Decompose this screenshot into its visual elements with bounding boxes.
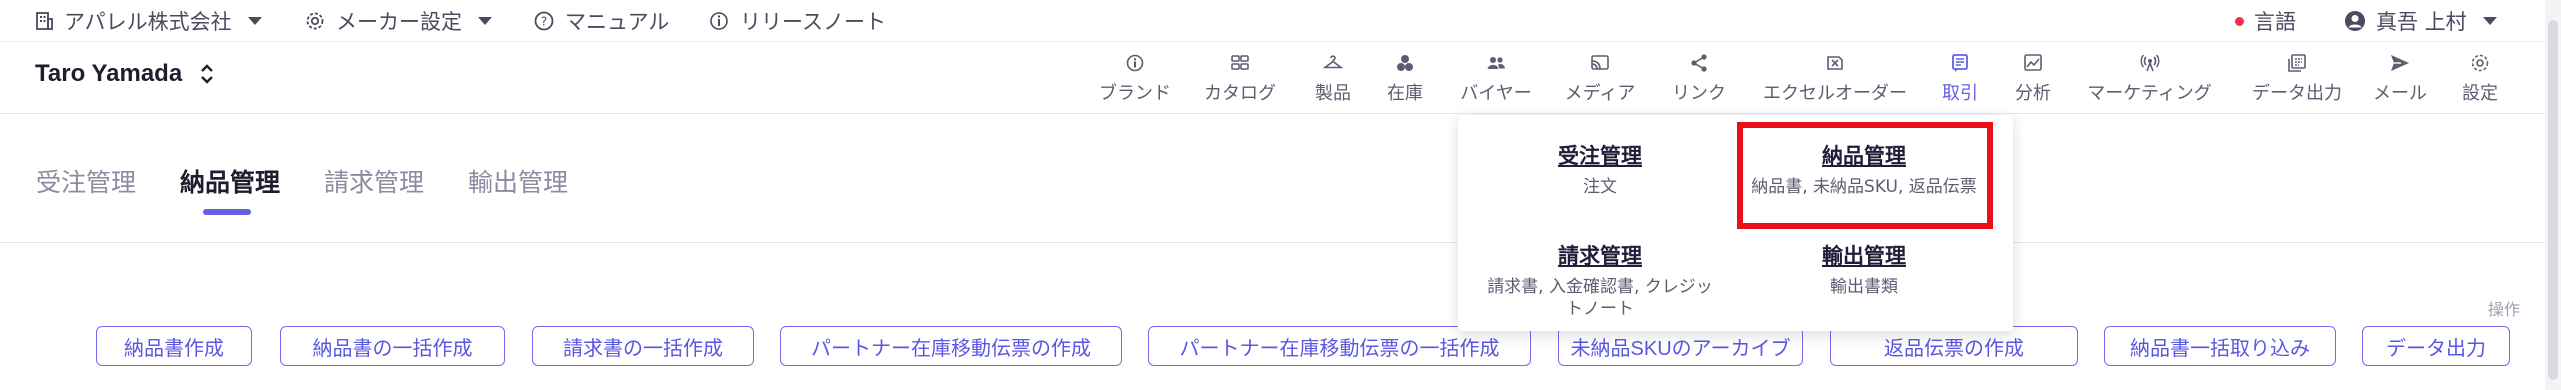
dropdown-item-order-management[interactable]: 受注管理 注文 [1480,140,1720,198]
nav-label: メディア [1564,83,1636,104]
media-icon [1591,55,1609,70]
dropdown-item-description: 請求書, 入金確認書, クレジットノート [1487,277,1713,319]
create-delivery-note-button[interactable]: 納品書作成 [96,326,252,366]
vertical-scrollbar[interactable] [2545,0,2561,390]
dropdown-item-description: 注文 [1583,177,1617,197]
info-circle-icon [710,12,728,30]
user-menu[interactable]: 真吾 上村 [2344,0,2497,42]
page-tabs: 受注管理 納品管理 請求管理 輸出管理 [0,115,2561,243]
user-avatar-icon [2345,11,2365,31]
company-name: アパレル株式会社 [64,10,232,34]
nav-item-links[interactable]: リンク [1644,52,1754,105]
mail-icon [2391,55,2409,71]
main-navbar: Taro Yamada ブランド カタログ 製品 在庫 バイヤー メディア リン… [0,42,2561,114]
dropdown-item-export-management[interactable]: 輸出管理 輸出書類 [1744,240,1984,298]
manual-label: マニュアル [565,10,670,34]
tab-billing-management[interactable]: 請求管理 [324,163,424,199]
maker-settings-menu[interactable]: メーカー設定 [304,0,492,42]
nav-item-marketing[interactable]: マーケティング [2082,52,2217,105]
svg-text:?: ? [541,15,547,29]
nav-label: リンク [1672,83,1726,104]
catalog-icon [1231,55,1249,70]
nav-label: 分析 [2015,83,2051,104]
dropdown-item-title: 請求管理 [1558,244,1642,268]
nav-label: 設定 [2462,83,2498,104]
brand-icon [1126,54,1144,72]
marketing-icon [2140,54,2159,72]
active-tab-indicator [203,209,251,215]
chevron-down-icon [478,17,492,25]
maker-settings-label: メーカー設定 [336,10,462,34]
release-notes-label: リリースノート [740,10,886,34]
nav-item-brand[interactable]: ブランド [1080,52,1190,105]
nav-label: ブランド [1099,83,1171,104]
dropdown-item-billing-management[interactable]: 請求管理 請求書, 入金確認書, クレジットノート [1480,240,1720,320]
operations-label: 操作 [2488,300,2521,319]
user-name: 真吾 上村 [2376,10,2467,34]
dropdown-item-title: 受注管理 [1558,144,1642,168]
nav-label: データ出力 [2252,83,2342,104]
account-name: Taro Yamada [35,60,183,87]
nav-item-buyers[interactable]: バイヤー [1441,52,1551,105]
buyers-icon [1487,57,1505,69]
nav-label: カタログ [1204,83,1276,104]
data-export-button[interactable]: データ出力 [2362,326,2510,366]
nav-label: 製品 [1315,83,1351,104]
bulk-create-invoices-button[interactable]: 請求書の一括作成 [532,326,754,366]
inventory-icon [1397,55,1413,71]
nav-label: 取引 [1942,83,1978,104]
analytics-icon [2024,54,2042,71]
notification-dot [2235,16,2244,26]
tab-export-management[interactable]: 輸出管理 [468,163,568,199]
nav-label: マーケティング [2087,83,2212,104]
create-partner-stock-transfer-button[interactable]: パートナー在庫移動伝票の作成 [780,326,1122,366]
chevron-down-icon [2482,17,2497,25]
company-switcher[interactable]: アパレル株式会社 [34,0,262,42]
bulk-create-delivery-notes-button[interactable]: 納品書の一括作成 [280,326,505,366]
language-switcher[interactable]: 言語 [2235,0,2296,42]
create-return-slip-button[interactable]: 返品伝票の作成 [1830,326,2078,366]
bulk-create-partner-stock-transfer-button[interactable]: パートナー在庫移動伝票の一括作成 [1148,326,1531,366]
chevron-up-down-icon [201,64,214,84]
settings-icon [2471,54,2489,72]
scrollbar-thumb[interactable] [2548,20,2558,380]
nav-label: バイヤー [1460,83,1532,104]
nav-label: エクセルオーダー [1763,83,1907,104]
tab-order-management[interactable]: 受注管理 [36,163,136,199]
archive-undelivered-sku-button[interactable]: 未納品SKUのアーカイブ [1558,326,1803,366]
tab-delivery-management[interactable]: 納品管理 [180,163,280,199]
dropdown-item-description: 輸出書類 [1830,277,1898,297]
hanger-icon [1322,55,1344,69]
top-utility-bar: アパレル株式会社 メーカー設定 ? マニュアル リリースノート 言語 真吾 上村 [0,0,2561,42]
data-export-icon [2288,54,2306,72]
bulk-import-delivery-notes-button[interactable]: 納品書一括取り込み [2104,326,2336,366]
dropdown-item-title: 輸出管理 [1822,244,1906,268]
gear-icon [306,12,324,30]
help-circle-icon: ? [534,11,554,31]
nav-item-analytics[interactable]: 分析 [1978,52,2088,105]
nav-label: メール [2373,83,2427,104]
building-icon [36,12,53,30]
account-switcher[interactable]: Taro Yamada [35,60,214,88]
release-notes-link[interactable]: リリースノート [708,0,886,42]
nav-item-data-export[interactable]: データ出力 [2237,52,2357,105]
nav-item-excel-order[interactable]: エクセルオーダー [1755,52,1915,105]
nav-item-settings[interactable]: 設定 [2425,52,2535,105]
nav-item-media[interactable]: メディア [1545,52,1655,105]
transactions-icon [1952,54,1968,72]
language-label: 言語 [2254,10,2296,34]
manual-link[interactable]: ? マニュアル [533,0,669,42]
share-icon [1691,54,1707,72]
chevron-down-icon [247,17,262,25]
highlight-box [1737,122,1993,229]
nav-label: 在庫 [1387,83,1423,104]
excel-order-icon [1827,56,1843,70]
